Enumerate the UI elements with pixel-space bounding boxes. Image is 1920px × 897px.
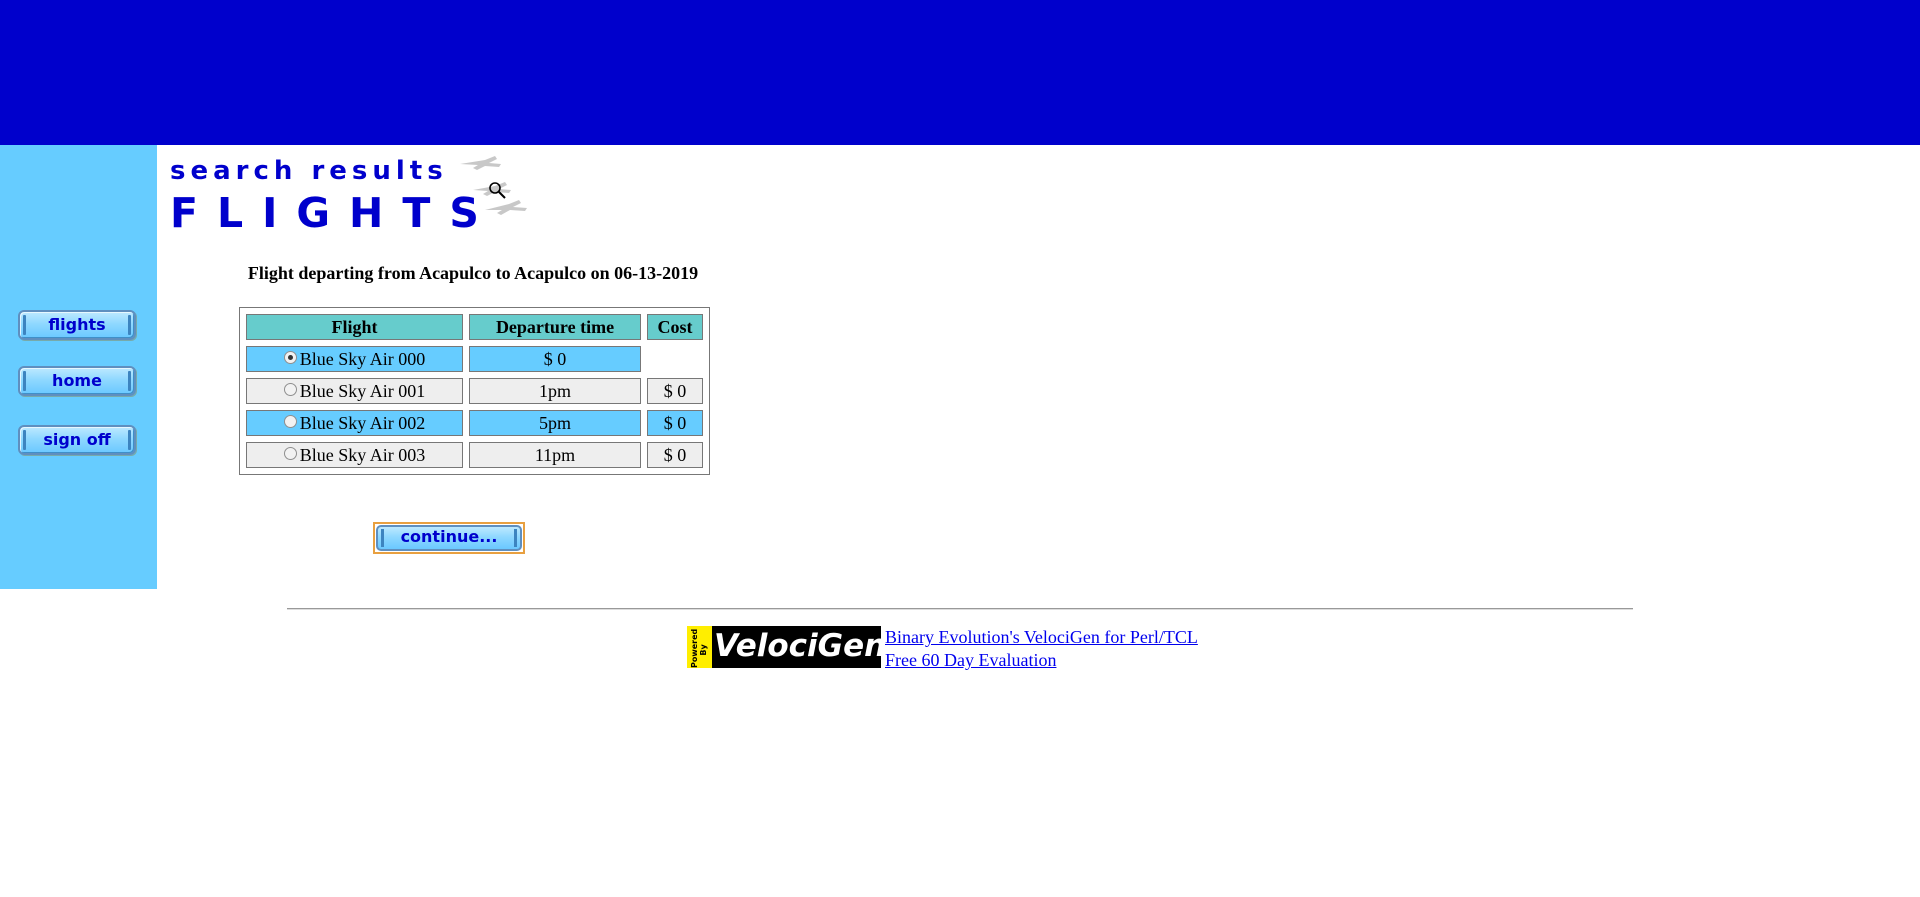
footer-links: Binary Evolution's VelociGen for Perl/TC… bbox=[885, 626, 1198, 672]
sign-off-button[interactable]: sign off bbox=[18, 425, 136, 455]
page-subtitle: search results bbox=[170, 156, 448, 186]
powered-by-badge: Powered By bbox=[687, 626, 712, 668]
radio-button[interactable] bbox=[283, 414, 297, 428]
velocigen-wordmark: VelociGen! bbox=[714, 628, 901, 664]
departure-cell: 5pm bbox=[469, 410, 641, 436]
footer-divider bbox=[287, 608, 1633, 610]
top-banner bbox=[0, 0, 1920, 145]
flight-name: Blue Sky Air 003 bbox=[299, 444, 426, 465]
cost-cell: $ 0 bbox=[647, 410, 703, 436]
flight-results-table: Flight Departure time Cost Blue Sky Air … bbox=[239, 307, 710, 475]
departure-cell: $ 0 bbox=[469, 346, 641, 372]
page-title: FLIGHTS bbox=[170, 189, 498, 237]
flight-cell[interactable]: Blue Sky Air 003 bbox=[246, 442, 463, 468]
flight-cell[interactable]: Blue Sky Air 002 bbox=[246, 410, 463, 436]
cost-cell: $ 0 bbox=[647, 378, 703, 404]
radio-button[interactable] bbox=[283, 350, 297, 364]
column-header-cost: Cost bbox=[647, 314, 703, 340]
flight-name: Blue Sky Air 002 bbox=[299, 412, 426, 433]
flight-name: Blue Sky Air 000 bbox=[299, 348, 426, 369]
table-row: Blue Sky Air 002 5pm $ 0 bbox=[246, 410, 703, 436]
column-header-departure: Departure time bbox=[469, 314, 641, 340]
cost-cell: $ 0 bbox=[647, 442, 703, 468]
radio-button[interactable] bbox=[283, 382, 297, 396]
sidebar: flights home sign off bbox=[0, 145, 157, 589]
planes-magnifier-icon bbox=[460, 156, 527, 215]
flight-cell[interactable]: Blue Sky Air 000 bbox=[246, 346, 463, 372]
velocigen-logo[interactable]: Powered By VelociGen! bbox=[687, 626, 901, 668]
cost-cell bbox=[647, 346, 703, 372]
radio-button[interactable] bbox=[283, 446, 297, 460]
home-button[interactable]: home bbox=[18, 366, 136, 396]
page-heading: search results FLIGHTS bbox=[170, 155, 498, 236]
column-header-flight: Flight bbox=[246, 314, 463, 340]
continue-button[interactable]: continue... bbox=[373, 522, 525, 554]
flight-cell[interactable]: Blue Sky Air 001 bbox=[246, 378, 463, 404]
flights-button[interactable]: flights bbox=[18, 310, 136, 340]
table-row: Blue Sky Air 003 11pm $ 0 bbox=[246, 442, 703, 468]
departure-cell: 11pm bbox=[469, 442, 641, 468]
flight-name: Blue Sky Air 001 bbox=[299, 380, 426, 401]
velocigen-link[interactable]: Binary Evolution's VelociGen for Perl/TC… bbox=[885, 627, 1198, 647]
table-row: Blue Sky Air 000 $ 0 bbox=[246, 346, 703, 372]
table-row: Blue Sky Air 001 1pm $ 0 bbox=[246, 378, 703, 404]
results-caption: Flight departing from Acapulco to Acapul… bbox=[247, 263, 699, 283]
continue-button-label: continue... bbox=[376, 525, 522, 551]
departure-cell: 1pm bbox=[469, 378, 641, 404]
evaluation-link[interactable]: Free 60 Day Evaluation bbox=[885, 650, 1056, 670]
